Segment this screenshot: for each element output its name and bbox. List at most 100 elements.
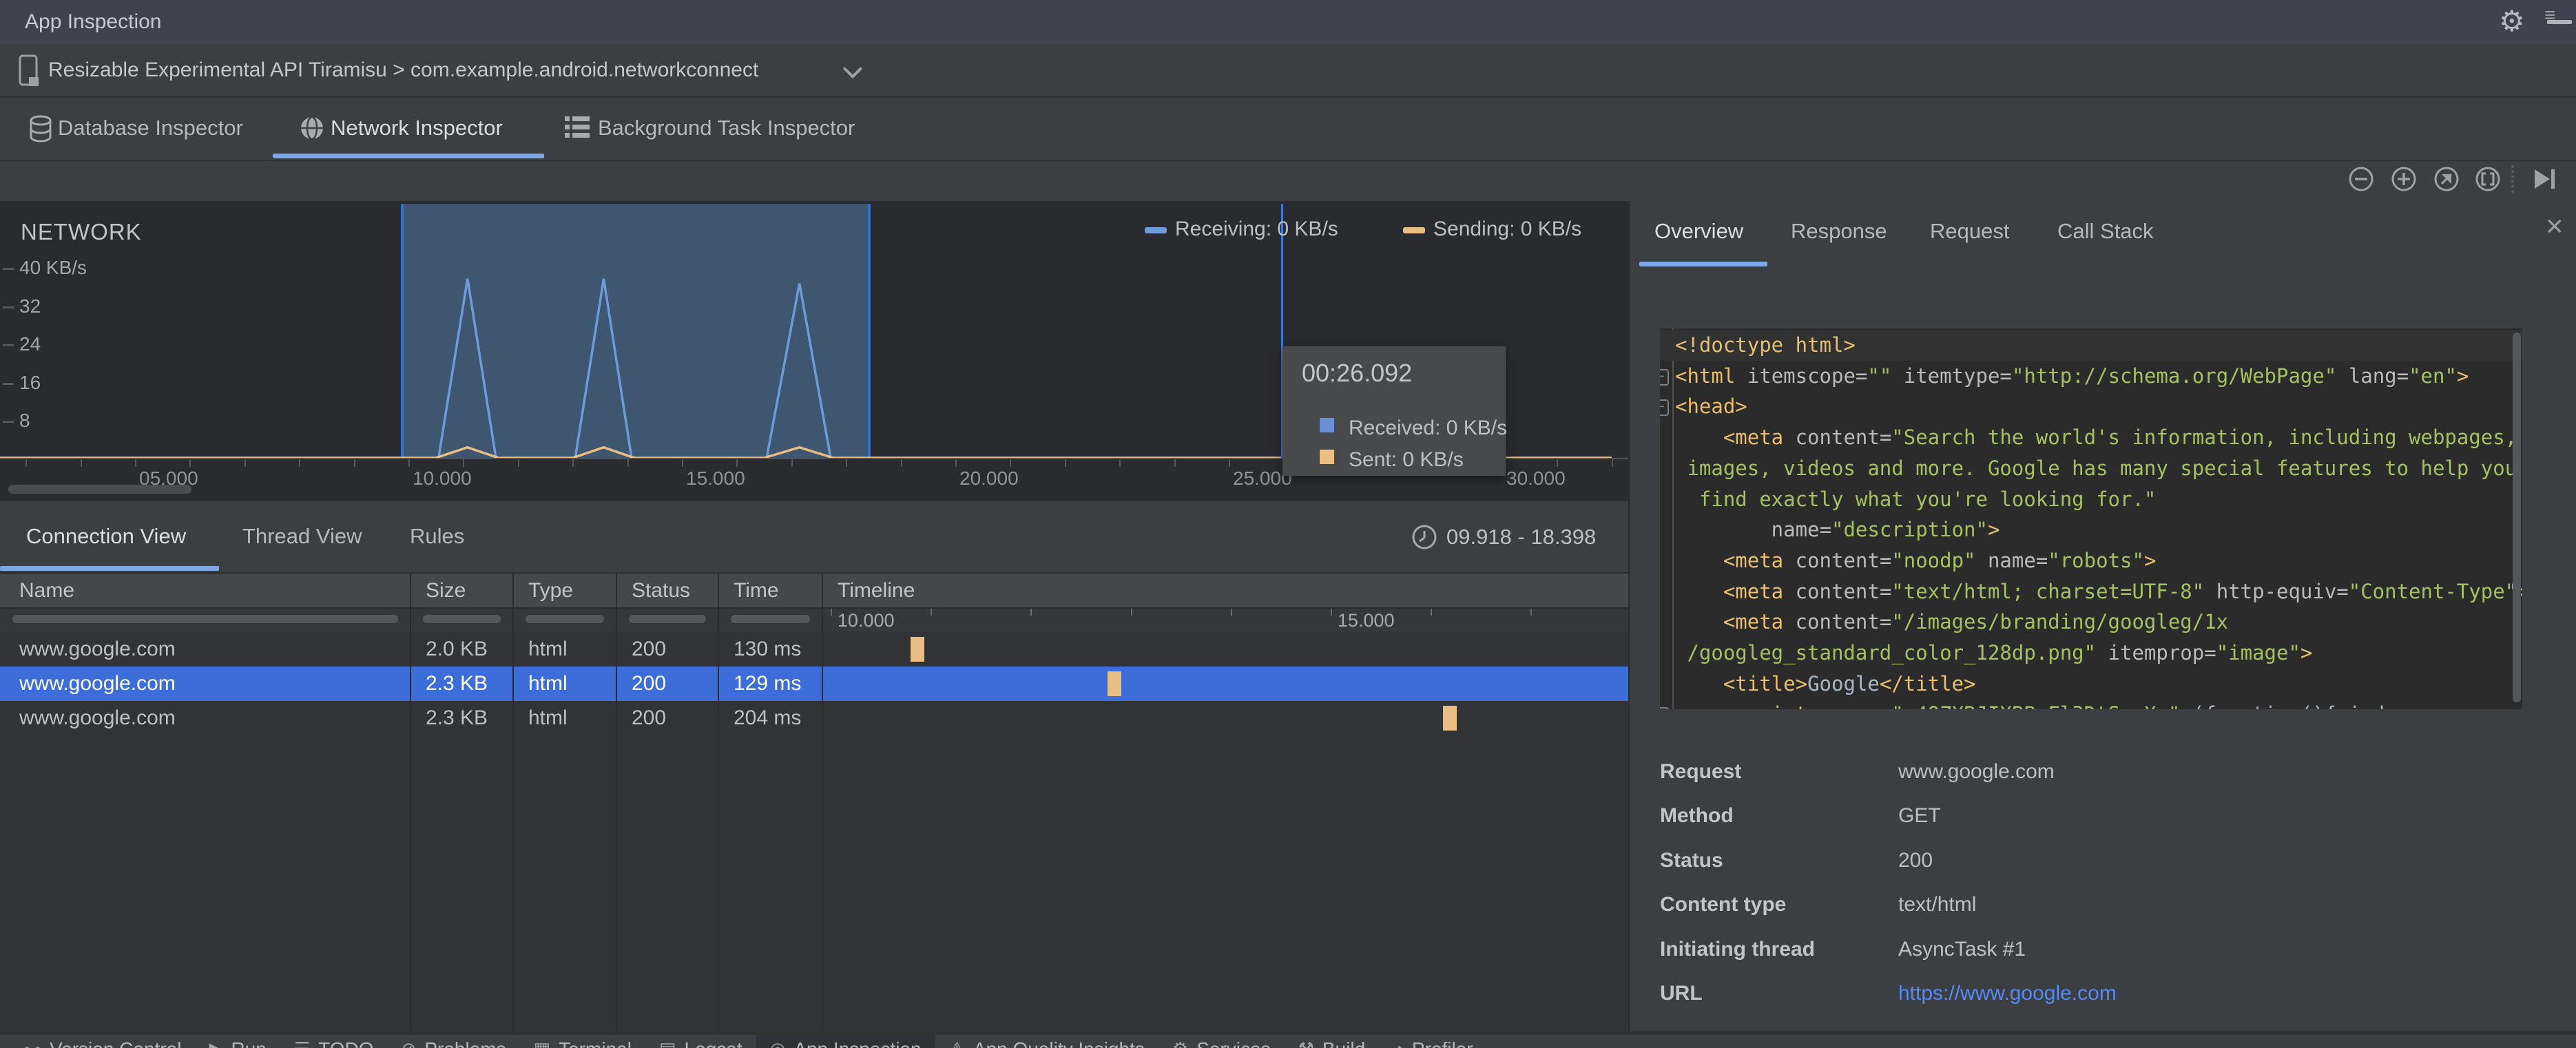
- fold-marker-icon[interactable]: −: [1660, 399, 1669, 417]
- code-text: <meta content="/images/branding/googleg/…: [1675, 607, 2228, 638]
- fold-marker-icon[interactable]: −: [1660, 707, 1669, 709]
- tool-window-label: Terminal: [559, 1038, 632, 1048]
- tool-window-button-terminal[interactable]: ▦ Terminal: [520, 1034, 645, 1048]
- x-tick-label: 15.000: [686, 468, 745, 489]
- y-tick-dash: [3, 421, 14, 423]
- code-token: /googleg_standard_color_128dp.png": [1675, 641, 2097, 664]
- zoom-in-button[interactable]: [2389, 164, 2419, 194]
- layout-icon[interactable]: ≡: [2544, 0, 2555, 30]
- table-header[interactable]: Name Size Type Status Time Timeline: [0, 574, 1628, 609]
- code-token: "image": [2216, 641, 2300, 664]
- tool-window-label: Services: [1196, 1038, 1270, 1048]
- tab-rules[interactable]: Rules: [410, 501, 464, 571]
- tool-window-button-profiler[interactable]: ◔ Profiler: [1379, 1034, 1486, 1048]
- timeline-request-bar: [1442, 706, 1457, 731]
- x-tick: [736, 459, 738, 467]
- tooltip-received: Received: 0 KB/s: [1349, 417, 1508, 439]
- table-row[interactable]: www.google.com 2.0 KB html 200 130 ms: [0, 632, 1628, 667]
- zoom-to-selection-button[interactable]: [2473, 164, 2503, 194]
- tool-window-button-services[interactable]: ⚙ Services: [1159, 1034, 1285, 1048]
- column-header-type[interactable]: Type: [528, 574, 573, 607]
- fold-marker-icon[interactable]: −: [1660, 368, 1669, 386]
- code-token: <script: [1675, 702, 1807, 709]
- column-header-status[interactable]: Status: [632, 574, 690, 607]
- tab-response[interactable]: Response: [1791, 201, 1887, 262]
- tool-window-button-app-inspection[interactable]: ◎ App Inspection: [756, 1034, 935, 1048]
- code-text: <title>Google</title>: [1675, 669, 1976, 700]
- chart-horizontal-scrollbar[interactable]: [8, 485, 191, 494]
- cell-time: 129 ms: [734, 672, 802, 695]
- tool-window-button-run[interactable]: ▶ Run: [195, 1034, 280, 1048]
- code-token: "noodp": [1891, 548, 1976, 572]
- code-line: <script nonce="p4QZXBJIXBBwFl3DtS-vXw">(…: [1660, 699, 2522, 709]
- tool-window-button-todo[interactable]: ☰ TODO: [280, 1034, 388, 1048]
- x-tick: [1229, 459, 1230, 467]
- code-token: images, videos and more. Google has many…: [1675, 456, 2517, 480]
- response-code-viewer[interactable]: <!doctype html> <html itemscope="" itemty…: [1660, 328, 2522, 709]
- x-tick: [244, 459, 246, 467]
- close-icon[interactable]: ×: [2546, 209, 2564, 244]
- x-tick: [1557, 459, 1559, 467]
- code-token: "http://schema.org/WebPage": [2011, 364, 2337, 388]
- column-header-name[interactable]: Name: [19, 574, 74, 607]
- globe-icon: [298, 114, 326, 142]
- detail-tab-bar: Overview Response Request Call Stack: [1630, 201, 2576, 269]
- chart-toolbar: [0, 161, 2576, 202]
- x-tick: [189, 459, 191, 467]
- sending-legend-swatch: [1403, 227, 1425, 233]
- detail-value-url[interactable]: https://www.google.com: [1898, 982, 2117, 1005]
- tool-window-button-app-quality-insights[interactable]: ⚠ App Quality Insights: [935, 1034, 1159, 1048]
- run-icon: ▶: [209, 1038, 222, 1048]
- y-tick-dash: [3, 268, 14, 271]
- go-live-button[interactable]: [2529, 164, 2559, 194]
- code-scrollbar[interactable]: [2513, 333, 2521, 702]
- tool-window-label: Build: [1322, 1038, 1365, 1048]
- tab-connection-view[interactable]: Connection View: [26, 501, 186, 571]
- phone-icon: [18, 54, 41, 88]
- table-row[interactable]: www.google.com 2.3 KB html 200 129 ms: [0, 667, 1628, 701]
- tab-call-stack[interactable]: Call Stack: [2057, 201, 2154, 262]
- tool-window-button-logcat[interactable]: ▤ Logcat: [645, 1034, 756, 1048]
- x-tick: [1064, 459, 1066, 467]
- column-header-timeline[interactable]: Timeline: [838, 574, 915, 607]
- code-token: <!doctype html>: [1675, 333, 1856, 357]
- column-scrollbar[interactable]: [423, 615, 501, 623]
- code-token: (function(){window: [2192, 702, 2409, 709]
- toolbar-separator: [2511, 165, 2514, 193]
- task-list-icon: [563, 114, 591, 140]
- tab-overview[interactable]: Overview: [1654, 201, 1743, 262]
- tool-window-button-version-control[interactable]: ⊶ Version Control: [10, 1034, 195, 1048]
- tab-thread-view[interactable]: Thread View: [242, 501, 362, 571]
- code-text: /googleg_standard_color_128dp.png" itemp…: [1675, 638, 2312, 669]
- tab-request[interactable]: Request: [1930, 201, 2009, 262]
- column-border: [718, 574, 719, 1031]
- column-scrollbar[interactable]: [12, 615, 398, 623]
- x-tick: [900, 459, 902, 467]
- zoom-out-button[interactable]: [2346, 164, 2376, 194]
- column-scrollbar[interactable]: [629, 615, 706, 623]
- column-header-time[interactable]: Time: [734, 574, 779, 607]
- code-text: images, videos and more. Google has many…: [1675, 453, 2517, 484]
- column-border: [410, 574, 411, 1031]
- chevron-down-icon[interactable]: [842, 59, 863, 79]
- sending-legend-label: Sending: 0 KB/s: [1433, 218, 1582, 240]
- table-row[interactable]: www.google.com 2.3 KB html 200 204 ms: [0, 701, 1628, 735]
- code-token: <meta: [1675, 548, 1784, 572]
- code-line: <meta content="Search the world's inform…: [1660, 422, 2522, 453]
- tool-window-button-problems[interactable]: ⊘ Problems: [388, 1034, 520, 1048]
- process-selector-bar[interactable]: Resizable Experimental API Tiramisu > co…: [0, 44, 2576, 98]
- ruler-label: 10.000: [837, 610, 895, 631]
- reset-zoom-button[interactable]: [2431, 164, 2462, 194]
- network-chart[interactable]: NETWORK 40 KB/s 32 24 16 8 05.000 10.000 15.00…: [0, 201, 1628, 501]
- code-token: itemscope=: [1735, 364, 1868, 388]
- problems-icon: ⊘: [402, 1038, 417, 1048]
- code-token: "p4QZXBJIXBBwFl3DtS-vXw": [1891, 702, 2180, 709]
- column-scrollbar[interactable]: [731, 615, 810, 623]
- gear-icon[interactable]: ⚙: [2499, 4, 2525, 38]
- column-header-size[interactable]: Size: [426, 574, 466, 607]
- column-scrollbar[interactable]: [526, 615, 604, 623]
- tool-window-button-build[interactable]: ⚒ Build: [1285, 1034, 1380, 1048]
- tab-label: Network Inspector: [331, 116, 503, 140]
- x-tick: [1119, 459, 1121, 467]
- code-line: images, videos and more. Google has many…: [1660, 453, 2522, 484]
